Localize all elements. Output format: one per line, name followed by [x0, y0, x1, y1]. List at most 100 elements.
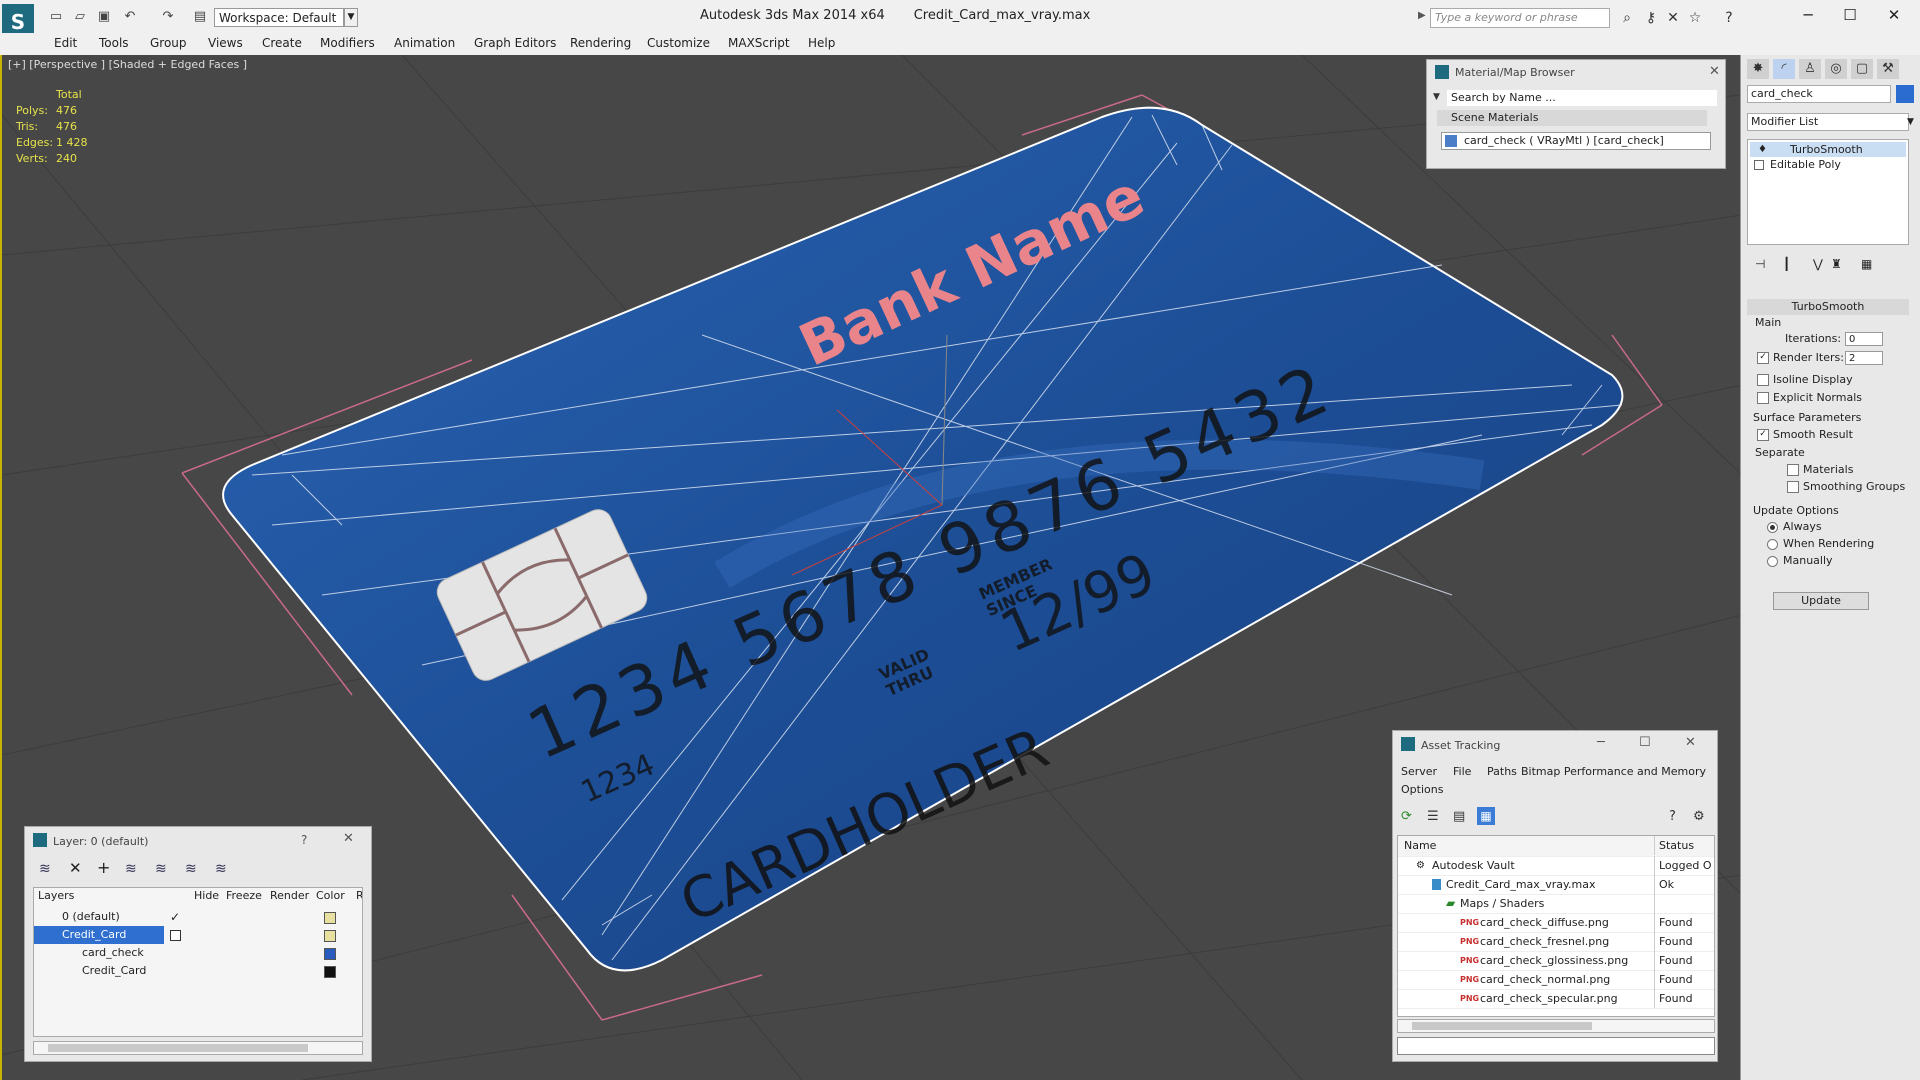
table-row[interactable]: PNG card_check_diffuse.png Found [1398, 913, 1714, 933]
menu-modifiers[interactable]: Modifiers [320, 36, 375, 50]
star-icon[interactable]: ☆ [1686, 10, 1704, 26]
scrollbar-thumb[interactable] [1412, 1022, 1592, 1030]
refresh-icon[interactable]: ⟳ [1401, 809, 1412, 824]
table-row[interactable]: Credit_Card [34, 926, 362, 944]
layer-name[interactable]: 0 (default) [34, 908, 164, 926]
chevron-down-icon[interactable]: ▼ [1907, 113, 1919, 131]
table-row[interactable]: 0 (default) ✓ [34, 908, 362, 926]
menu-edit[interactable]: Edit [54, 36, 77, 50]
menu-customize[interactable]: Customize [647, 36, 710, 50]
stack-item-editable-poly[interactable]: Editable Poly [1750, 157, 1906, 172]
scrollbar-thumb[interactable] [48, 1044, 308, 1052]
bulb-icon[interactable]: ♦ [1758, 144, 1767, 155]
manually-radio[interactable] [1767, 556, 1778, 567]
layer-object-name[interactable]: Credit_Card [34, 962, 164, 980]
freeze-all-icon[interactable]: ≋ [215, 861, 227, 877]
open-file-icon[interactable]: ▱ [72, 9, 88, 25]
redo-icon[interactable]: ↷ [160, 9, 176, 25]
tools-icon[interactable]: ✕ [1664, 10, 1682, 26]
current-layer-box[interactable] [170, 930, 181, 941]
undo-icon[interactable]: ↶ [122, 9, 138, 25]
render-iters-checkbox[interactable]: ✓ [1757, 352, 1769, 364]
menu-server[interactable]: Server [1401, 765, 1437, 778]
table-row[interactable]: Credit_Card_max_vray.max Ok [1398, 875, 1714, 895]
col-hide[interactable]: Hide [194, 888, 219, 904]
table-row[interactable]: PNG card_check_specular.png Found [1398, 989, 1714, 1009]
workspace-select[interactable]: Workspace: Default [214, 8, 344, 27]
table-view-icon[interactable]: ▦ [1477, 807, 1495, 825]
menu-rendering[interactable]: Rendering [570, 36, 631, 50]
hide-all-icon[interactable]: ≋ [185, 861, 197, 877]
material-item[interactable]: card_check ( VRayMtl ) [card_check] [1441, 132, 1711, 150]
update-button[interactable]: Update [1773, 592, 1869, 610]
new-file-icon[interactable]: ▭ [48, 9, 64, 25]
scene-materials-section[interactable]: Scene Materials [1437, 110, 1707, 126]
close-icon[interactable]: ✕ [1685, 735, 1696, 750]
layer-color-swatch[interactable] [324, 912, 336, 924]
create-layer-icon[interactable]: ≋ [39, 861, 51, 877]
modifier-list-select[interactable]: Modifier List [1747, 113, 1909, 131]
object-color-swatch[interactable] [1896, 85, 1914, 103]
layer-name[interactable]: Credit_Card [34, 926, 164, 944]
show-end-result-icon[interactable]: ┃ [1783, 257, 1790, 271]
display-tab-icon[interactable]: ▢ [1851, 59, 1873, 79]
select-objects-icon[interactable]: ≋ [125, 861, 137, 877]
save-icon[interactable]: ▣ [96, 9, 112, 25]
menu-tools[interactable]: Tools [99, 36, 129, 50]
table-row[interactable]: ⚙ Autodesk Vault Logged O [1398, 856, 1714, 876]
layer-color-swatch[interactable] [324, 930, 336, 942]
chevron-down-icon[interactable]: ▼ [344, 8, 358, 27]
menu-create[interactable]: Create [262, 36, 302, 50]
help-icon[interactable]: ? [1720, 10, 1738, 26]
expand-icon[interactable] [1754, 160, 1764, 170]
col-layers[interactable]: Layers [38, 888, 74, 904]
maximize-icon[interactable]: ☐ [1830, 4, 1870, 26]
utilities-tab-icon[interactable]: ⚒ [1877, 59, 1899, 79]
menu-graph-editors[interactable]: Graph Editors [474, 36, 556, 50]
hierarchy-tab-icon[interactable]: ♙ [1799, 59, 1821, 79]
pin-stack-icon[interactable]: ⊣ [1755, 257, 1765, 271]
layer-h-scrollbar[interactable] [33, 1041, 363, 1055]
menu-views[interactable]: Views [208, 36, 243, 50]
menu-maxscript[interactable]: MAXScript [728, 36, 790, 50]
close-icon[interactable]: ✕ [1874, 4, 1914, 26]
menu-bitmap-performance[interactable]: Bitmap Performance and Memory [1521, 765, 1706, 778]
layer-object-name[interactable]: card_check [34, 944, 164, 962]
layer-color-swatch[interactable] [324, 966, 336, 978]
menu-file[interactable]: File [1453, 765, 1471, 778]
table-row[interactable]: PNG card_check_normal.png Found [1398, 970, 1714, 990]
table-row[interactable]: PNG card_check_fresnel.png Found [1398, 932, 1714, 952]
menu-paths[interactable]: Paths [1487, 765, 1517, 778]
modify-tab-icon[interactable]: ◜ [1773, 59, 1795, 79]
explicit-normals-checkbox[interactable] [1757, 392, 1769, 404]
when-rendering-radio[interactable] [1767, 539, 1778, 550]
create-tab-icon[interactable]: ✸ [1747, 59, 1769, 79]
maximize-icon[interactable]: ☐ [1639, 735, 1651, 750]
key-icon[interactable]: ⚷ [1642, 10, 1660, 26]
keyword-search-input[interactable]: Type a keyword or phrase [1430, 8, 1610, 28]
asset-h-scrollbar[interactable] [1397, 1019, 1715, 1033]
chevron-down-icon[interactable]: ▼ [1433, 92, 1440, 102]
binoculars-icon[interactable]: ⌕ [1618, 10, 1636, 26]
close-icon[interactable]: ✕ [1709, 64, 1720, 79]
make-unique-icon[interactable]: ⋁ [1813, 257, 1823, 271]
layer-color-swatch[interactable] [324, 948, 336, 960]
menu-animation[interactable]: Animation [394, 36, 455, 50]
help-icon[interactable]: ? [1669, 809, 1676, 824]
settings-icon[interactable]: ⚙ [1693, 809, 1705, 824]
asset-path-field[interactable] [1397, 1037, 1715, 1055]
motion-tab-icon[interactable]: ◎ [1825, 59, 1847, 79]
tree-view-icon[interactable]: ▤ [1453, 809, 1465, 824]
col-freeze[interactable]: Freeze [226, 888, 262, 904]
isoline-checkbox[interactable] [1757, 374, 1769, 386]
configure-sets-icon[interactable]: ▦ [1861, 257, 1872, 271]
turbosmooth-rollout[interactable]: TurboSmooth [1747, 299, 1909, 315]
current-layer-check-icon[interactable]: ✓ [170, 908, 180, 926]
arrow-right-icon[interactable]: ▶ [1418, 10, 1426, 21]
col-render[interactable]: Render [270, 888, 309, 904]
table-row[interactable]: PNG card_check_glossiness.png Found [1398, 951, 1714, 971]
materials-checkbox[interactable] [1787, 464, 1799, 476]
menu-help[interactable]: Help [808, 36, 835, 50]
list-view-icon[interactable]: ☰ [1427, 809, 1439, 824]
minimize-icon[interactable]: ─ [1788, 4, 1828, 26]
